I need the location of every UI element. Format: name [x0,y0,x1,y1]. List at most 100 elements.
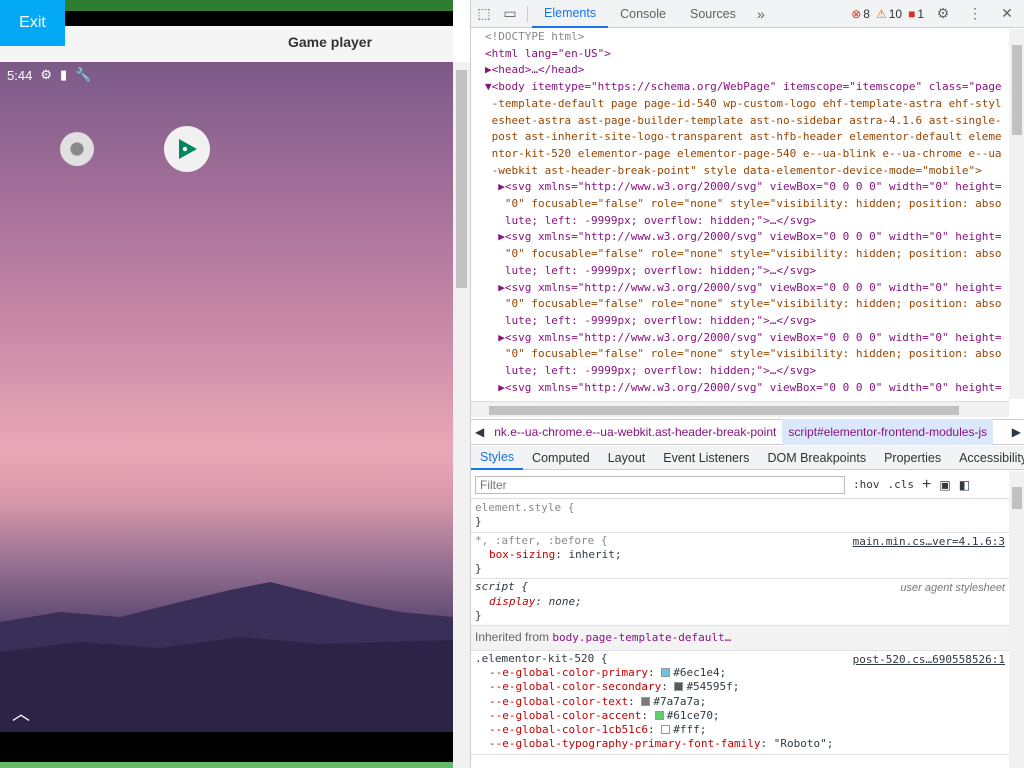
dom-node-line[interactable]: <!DOCTYPE html> [471,29,1009,46]
tab-dom-breakpoints[interactable]: DOM Breakpoints [758,446,875,470]
styles-scrollbar-thumb[interactable] [1012,487,1022,509]
dom-node-line[interactable]: lute; left: -9999px; overflow: hidden;">… [471,363,1009,380]
breadcrumb-scroll-left-icon[interactable]: ◀ [471,425,488,439]
tab-console[interactable]: Console [608,0,678,28]
rule-property[interactable]: --e-global-color-text: #7a7a7a; [475,695,1005,709]
toggle-sidebar-icon[interactable]: ◧ [959,478,970,492]
styles-filter-input[interactable] [475,475,845,494]
dom-node-line[interactable]: post ast-inherit-site-logo-transparent a… [471,129,1009,146]
breadcrumb-item-script[interactable]: script#elementor-frontend-modules-js [782,419,994,445]
mountain-silhouette [0,582,453,732]
bottom-green-bar [0,762,453,768]
rule-source-label: user agent stylesheet [900,582,1005,595]
dom-node-line[interactable]: "0" focusable="false" role="none" style=… [471,346,1009,363]
dom-node-line[interactable]: lute; left: -9999px; overflow: hidden;">… [471,263,1009,280]
dom-node-line[interactable]: lute; left: -9999px; overflow: hidden;">… [471,313,1009,330]
dom-node-line[interactable]: lute; left: -9999px; overflow: hidden;">… [471,213,1009,230]
rule-source-link[interactable]: post-520.cs…690558526:1 [853,653,1005,667]
tab-layout[interactable]: Layout [599,446,655,470]
dom-tree[interactable]: <!DOCTYPE html> <html lang="en-US"> ▶<head… [471,29,1009,397]
dom-node-line[interactable]: ▶<svg xmlns="http://www.w3.org/2000/svg"… [471,380,1009,397]
status-time: 5:44 [7,67,33,83]
rule-elementor-kit: post-520.cs…690558526:1 .elementor-kit-5… [471,651,1009,755]
color-swatch[interactable] [661,725,671,735]
dom-node-line[interactable]: "0" focusable="false" role="none" style=… [471,246,1009,263]
sd-card-icon: ▮ [59,67,68,82]
exit-button[interactable]: Exit [0,0,65,46]
new-rule-plus-icon[interactable]: + [922,476,931,494]
color-swatch[interactable] [654,710,664,720]
error-counter[interactable]: ⊗ 8 [851,7,870,21]
wrench-icon: 🔧 [75,67,92,82]
warning-icon: ⚠ [875,6,887,21]
tab-elements[interactable]: Elements [532,0,609,28]
tab-computed[interactable]: Computed [523,446,599,470]
rule-property[interactable]: --e-global-color-accent: #61ce70; [475,709,1005,723]
tab-sources[interactable]: Sources [678,0,748,28]
color-swatch[interactable] [661,667,671,677]
dom-node-line[interactable]: ▶<head>…</head> [471,62,1009,79]
dom-tree-scrollbar-thumb[interactable] [1012,45,1022,135]
more-tabs-icon[interactable]: » [748,0,774,28]
breadcrumb-scroll-right-icon[interactable]: ▶ [1008,425,1024,439]
styles-scrollbar[interactable] [1009,471,1024,768]
dom-node-line[interactable]: -webkit ast-header-break-point" style da… [471,163,1009,180]
issues-icon: ■ [908,6,916,21]
page-scrollbar[interactable] [453,62,470,768]
tab-styles[interactable]: Styles [471,446,524,470]
page-scrollbar-thumb[interactable] [456,70,467,288]
dom-node-line[interactable]: <html lang="en-US"> [471,46,1009,63]
tab-properties[interactable]: Properties [875,446,950,470]
rule-selector[interactable]: element.style { [475,501,1005,515]
dom-node-line[interactable]: esheet-astra ast-page-builder-template a… [471,113,1009,130]
close-icon[interactable]: ✕ [994,0,1020,28]
camera-app-icon[interactable] [60,132,94,166]
inherited-selector-link[interactable]: body.page-template-default… [552,631,731,644]
dom-tree-horizontal-scrollbar-thumb[interactable] [489,406,959,415]
rule-close: } [475,562,482,576]
top-green-bar [0,0,453,11]
dom-node-line[interactable]: ntor-kit-520 elementor-page elementor-pa… [471,146,1009,163]
dom-node-line[interactable]: ▶<svg xmlns="http://www.w3.org/2000/svg"… [471,330,1009,347]
issue-counters[interactable]: ⊗ 8 ⚠ 10 ■ 1 ⚙ ⋮ ✕ [851,0,1024,28]
settings-gear-icon[interactable]: ⚙ [930,0,956,28]
paint-brush-icon[interactable]: ▣ [939,478,950,492]
android-status-bar: 5:44 ⚙ ▮ 🔧 [7,67,91,83]
dom-tree-horizontal-scrollbar[interactable] [471,401,1009,417]
breadcrumb-item-body[interactable]: nk.e--ua-chrome.e--ua-webkit.ast-header-… [488,419,782,445]
error-icon: ⊗ [851,6,862,21]
kit-properties: --e-global-color-primary: #6ec1e4; --e-gl… [475,666,1005,752]
hover-state-toggle[interactable]: :hov [853,478,880,491]
rule-property[interactable]: box-sizing: inherit; [475,548,1005,562]
class-toggle[interactable]: .cls [888,478,915,491]
warning-counter[interactable]: ⚠ 10 [876,7,902,21]
rule-property[interactable]: --e-global-color-primary: #6ec1e4; [475,666,1005,680]
color-swatch[interactable] [641,696,651,706]
color-swatch[interactable] [674,682,684,692]
dom-node-line[interactable]: ▶<svg xmlns="http://www.w3.org/2000/svg"… [471,179,1009,196]
emulator-screen[interactable]: 5:44 ⚙ ▮ 🔧 ︿ [0,62,453,732]
tab-accessibility[interactable]: Accessibility [950,446,1024,470]
game-player-panel: Exit Game player 5:44 ⚙ ▮ 🔧 ︿ [0,0,470,768]
rule-property[interactable]: --e-global-typography-primary-font-famil… [475,737,1005,751]
dom-node-line[interactable]: ▶<svg xmlns="http://www.w3.org/2000/svg"… [471,229,1009,246]
dom-node-line[interactable]: "0" focusable="false" role="none" style=… [471,196,1009,213]
tab-event-listeners[interactable]: Event Listeners [654,446,758,470]
inspect-element-icon[interactable]: ⬚ [471,0,497,28]
device-toolbar-icon[interactable]: ▭ [497,0,523,28]
rule-property[interactable]: --e-global-color-1cb51c6: #fff; [475,723,1005,737]
play-games-app-icon[interactable] [164,126,210,172]
dom-node-line[interactable]: "0" focusable="false" role="none" style=… [471,296,1009,313]
rule-property[interactable]: --e-global-color-secondary: #54595f; [475,680,1005,694]
toolbar-divider [527,5,528,22]
rule-source-link[interactable]: main.min.cs…ver=4.1.6:3 [853,535,1005,549]
dom-node-line[interactable]: -template-default page page-id-540 wp-cu… [471,96,1009,113]
dom-node-line[interactable]: ▼<body itemtype="https://schema.org/WebP… [471,79,1009,96]
app-drawer-chevron-icon[interactable]: ︿ [12,700,30,726]
issues-counter[interactable]: ■ 1 [908,7,924,21]
kebab-menu-icon[interactable]: ⋮ [962,0,988,28]
devtools-toolbar: ⬚ ▭ Elements Console Sources » ⊗ 8 ⚠ 10 ■ 1… [471,0,1024,28]
top-black-bar [0,11,453,26]
dom-node-line[interactable]: ▶<svg xmlns="http://www.w3.org/2000/svg"… [471,280,1009,297]
dom-tree-scrollbar[interactable] [1009,29,1024,399]
